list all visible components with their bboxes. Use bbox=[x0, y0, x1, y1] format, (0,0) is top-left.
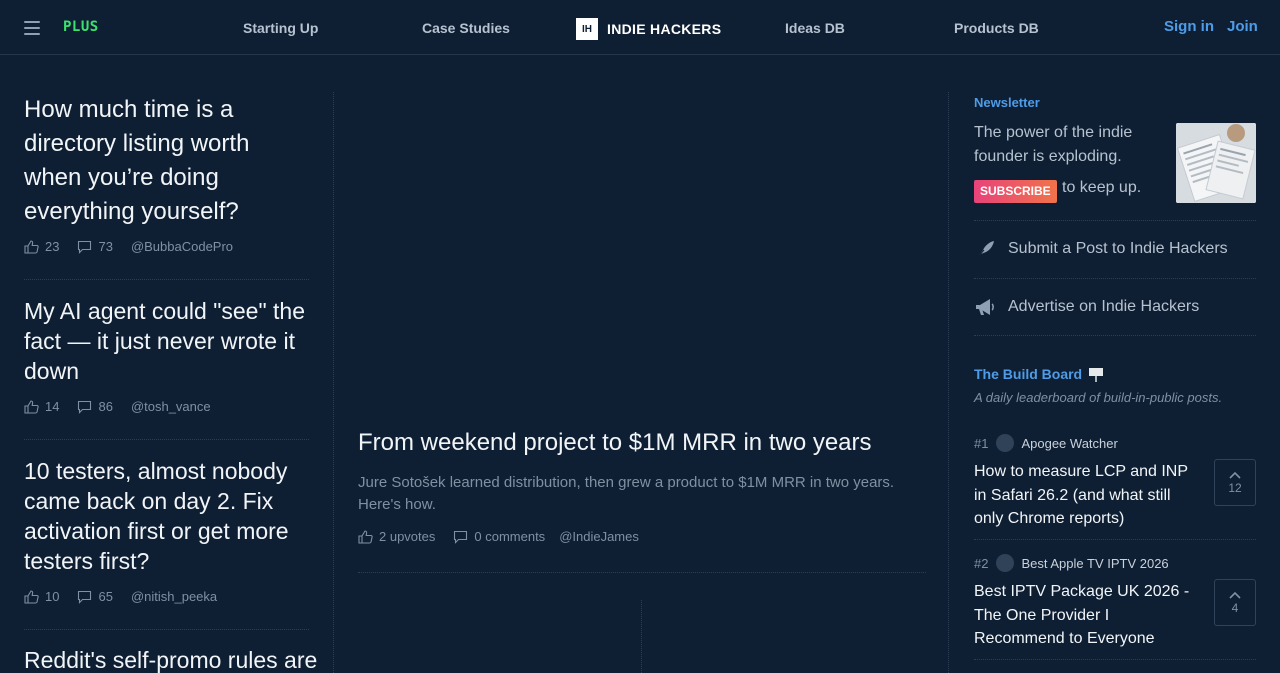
sidebar-divider bbox=[974, 659, 1256, 660]
post-meta: 23 73 @BubbaCodePro bbox=[24, 239, 309, 254]
build-board-rank-row: #2 Best Apple TV IPTV 2026 bbox=[974, 554, 1256, 572]
post-title[interactable]: How much time is a directory listing wor… bbox=[24, 93, 309, 229]
plus-link[interactable]: PLUS bbox=[63, 19, 99, 35]
comment-count: 73 bbox=[98, 239, 113, 254]
post-author[interactable]: @IndieJames bbox=[559, 529, 639, 544]
chevron-up-icon bbox=[1229, 591, 1241, 599]
brand-logo: IH bbox=[576, 18, 598, 40]
sidebar-divider bbox=[974, 220, 1256, 221]
left-post-divider bbox=[24, 439, 309, 440]
post-title[interactable]: Reddit's self-promo rules are bbox=[24, 645, 317, 673]
brand-home-link[interactable]: IH INDIE HACKERS bbox=[576, 18, 721, 40]
build-board-item[interactable]: #1 Apogee Watcher How to measure LCP and… bbox=[974, 434, 1256, 531]
advertise-link[interactable]: Advertise on Indie Hackers bbox=[974, 296, 1199, 318]
upvote-count: 4 bbox=[1231, 600, 1239, 615]
thumbs-up-icon[interactable] bbox=[24, 589, 40, 604]
keep-up-text: to keep up. bbox=[1062, 179, 1142, 196]
post-card[interactable]: 10 testers, almost nobody came back on d… bbox=[24, 456, 309, 604]
upvote-count: 2 upvotes bbox=[379, 529, 436, 544]
hamburger-icon[interactable] bbox=[24, 21, 40, 35]
subscribe-button[interactable]: SUBSCRIBE bbox=[974, 180, 1057, 203]
product-name[interactable]: Apogee Watcher bbox=[1021, 436, 1117, 451]
comment-count: 86 bbox=[98, 399, 113, 414]
avatar[interactable] bbox=[996, 554, 1015, 572]
upvote-button[interactable]: 12 bbox=[1214, 459, 1256, 506]
left-post-divider bbox=[24, 629, 309, 630]
product-name[interactable]: Best Apple TV IPTV 2026 bbox=[1021, 556, 1168, 571]
left-column-divider bbox=[333, 92, 334, 673]
comment-icon[interactable] bbox=[77, 400, 93, 414]
brand-name: INDIE HACKERS bbox=[607, 21, 722, 37]
comment-count: 65 bbox=[98, 589, 113, 604]
submit-post-link[interactable]: Submit a Post to Indie Hackers bbox=[974, 238, 1228, 260]
newsletter-text: The power of the indie founder is explod… bbox=[974, 124, 1133, 165]
advertise-label: Advertise on Indie Hackers bbox=[1008, 298, 1200, 315]
build-board-rank-row: #1 Apogee Watcher bbox=[974, 434, 1256, 452]
right-column-divider bbox=[948, 92, 949, 673]
rank-number: #1 bbox=[974, 435, 989, 451]
sign-in-link[interactable]: Sign in bbox=[1164, 18, 1214, 35]
thumbs-up-icon[interactable] bbox=[24, 399, 40, 414]
comment-icon[interactable] bbox=[453, 530, 469, 544]
build-board-post-title[interactable]: Best IPTV Package UK 2026 - The One Prov… bbox=[974, 580, 1199, 651]
featured-post-meta: 2 upvotes 0 comments @IndieJames bbox=[358, 529, 639, 544]
comment-icon[interactable] bbox=[77, 240, 93, 254]
featured-post-title[interactable]: From weekend project to $1M MRR in two y… bbox=[358, 428, 928, 458]
post-meta: 10 65 @nitish_peeka bbox=[24, 589, 309, 604]
avatar[interactable] bbox=[996, 434, 1015, 452]
featured-post[interactable]: From weekend project to $1M MRR in two y… bbox=[358, 428, 928, 516]
post-title[interactable]: 10 testers, almost nobody came back on d… bbox=[24, 456, 309, 576]
newsletter-image[interactable] bbox=[1176, 123, 1256, 203]
nav-products-db[interactable]: Products DB bbox=[954, 20, 1039, 36]
build-board-post-title[interactable]: How to measure LCP and INP in Safari 26.… bbox=[974, 460, 1199, 531]
featured-post-description: Jure Sotošek learned distribution, then … bbox=[358, 474, 895, 513]
post-meta: 14 86 @tosh_vance bbox=[24, 399, 309, 414]
center-grid-divider bbox=[641, 600, 642, 673]
upvote-count: 14 bbox=[45, 399, 60, 414]
quill-icon bbox=[974, 238, 996, 260]
comment-icon[interactable] bbox=[77, 590, 93, 604]
thumbs-up-icon[interactable] bbox=[24, 239, 40, 254]
build-board-title: The Build Board bbox=[974, 366, 1083, 382]
top-navigation: PLUS Starting Up Case Studies IH INDIE H… bbox=[0, 0, 1280, 55]
build-board-subtitle: A daily leaderboard of build-in-public p… bbox=[974, 390, 1223, 405]
submit-post-label: Submit a Post to Indie Hackers bbox=[1008, 240, 1228, 257]
nav-case-studies[interactable]: Case Studies bbox=[422, 20, 510, 36]
join-link[interactable]: Join bbox=[1227, 18, 1258, 35]
rank-number: #2 bbox=[974, 555, 989, 571]
post-title[interactable]: My AI agent could "see" the fact — it ju… bbox=[24, 296, 309, 386]
left-post-divider bbox=[24, 279, 309, 280]
post-author[interactable]: @nitish_peeka bbox=[131, 589, 217, 604]
signpost-icon bbox=[1088, 366, 1104, 382]
build-board-label[interactable]: The Build Board bbox=[974, 366, 1104, 382]
nav-starting-up[interactable]: Starting Up bbox=[243, 20, 318, 36]
sidebar-divider bbox=[974, 539, 1256, 540]
chevron-up-icon bbox=[1229, 471, 1241, 479]
sidebar-divider bbox=[974, 278, 1256, 279]
nav-ideas-db[interactable]: Ideas DB bbox=[785, 20, 845, 36]
center-post-divider bbox=[358, 572, 926, 573]
upvote-count: 12 bbox=[1228, 480, 1242, 495]
post-author[interactable]: @tosh_vance bbox=[131, 399, 211, 414]
post-card[interactable]: My AI agent could "see" the fact — it ju… bbox=[24, 296, 309, 414]
upvote-count: 23 bbox=[45, 239, 60, 254]
sidebar-divider bbox=[974, 335, 1256, 336]
comment-count: 0 comments bbox=[474, 529, 546, 544]
upvote-count: 10 bbox=[45, 589, 60, 604]
thumbs-up-icon[interactable] bbox=[358, 529, 374, 544]
post-author[interactable]: @BubbaCodePro bbox=[131, 239, 233, 254]
upvote-button[interactable]: 4 bbox=[1214, 579, 1256, 626]
post-card[interactable]: Reddit's self-promo rules are bbox=[24, 645, 317, 673]
megaphone-icon bbox=[974, 296, 996, 318]
post-card[interactable]: How much time is a directory listing wor… bbox=[24, 93, 309, 254]
newsletter-label[interactable]: Newsletter bbox=[974, 95, 1040, 110]
build-board-item[interactable]: #2 Best Apple TV IPTV 2026 Best IPTV Pac… bbox=[974, 554, 1256, 651]
